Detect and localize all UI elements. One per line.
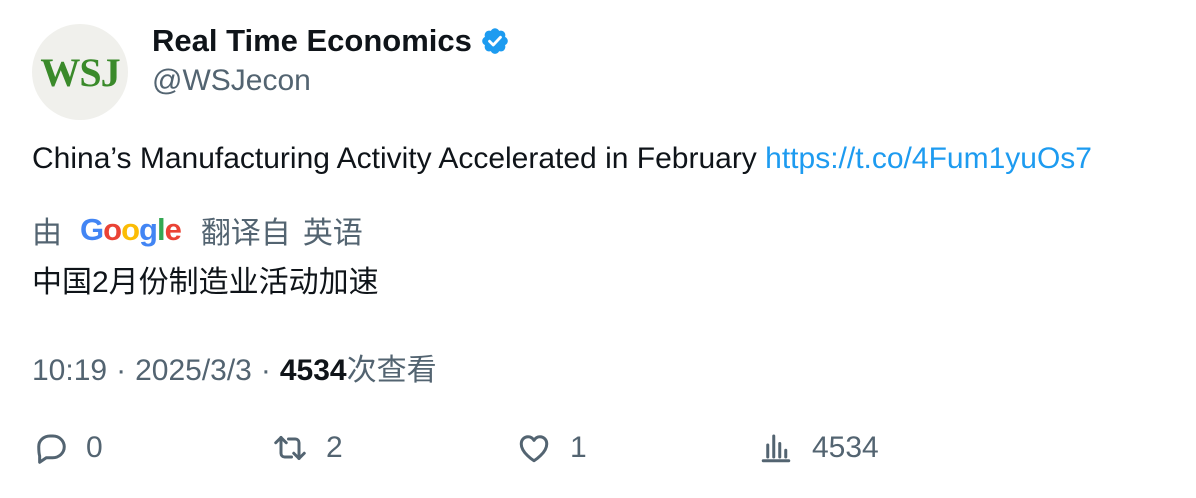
translated-by-label: 由 [32,217,62,250]
tweet-meta: 10:19 · 2025/3/3 · 4534 次查看 [32,345,437,389]
retweet-icon [274,436,306,460]
like-count: 1 [570,431,587,464]
views-label: 次查看 [346,354,437,387]
reply-button[interactable]: 0 [32,430,103,466]
avatar[interactable]: WSJ [32,24,128,120]
reply-icon [37,434,66,464]
translation-attribution: 由 Google 翻译自 英语 [32,208,363,252]
heart-icon [519,435,549,463]
meta-separator: · [116,354,127,387]
google-logo[interactable]: Google [80,212,182,248]
tweet-time[interactable]: 10:19 [32,354,107,388]
tweet-link[interactable]: https://t.co/4Fum1yuOs7 [765,142,1092,175]
translated-from-label: 翻译自 [200,217,291,250]
handle[interactable]: @WSJecon [152,64,510,98]
verified-badge-icon [482,28,508,54]
tweet-text: China’s Manufacturing Activity Accelerat… [32,142,1182,176]
source-language: 英语 [302,217,363,250]
tweet-date[interactable]: 2025/3/3 [135,354,252,388]
bar-chart-icon [761,434,791,463]
translated-text: 中国2月份制造业活动加速 [32,266,379,299]
author-info: Real Time Economics @WSJecon [152,22,510,98]
tweet-body: China’s Manufacturing Activity Accelerat… [32,142,757,175]
action-bar: 0 2 1 4534 [32,430,1182,478]
views-count-action: 4534 [812,431,879,464]
meta-separator: · [260,354,271,387]
reply-count: 0 [86,431,103,464]
views-button[interactable]: 4534 [758,430,879,466]
display-name[interactable]: Real Time Economics [152,23,472,59]
retweet-count: 2 [326,431,343,464]
retweet-button[interactable]: 2 [272,430,343,466]
like-button[interactable]: 1 [516,430,587,466]
views-count: 4534 [279,354,347,387]
wsj-logo: WSJ [40,49,120,95]
name-row: Real Time Economics [152,22,510,60]
